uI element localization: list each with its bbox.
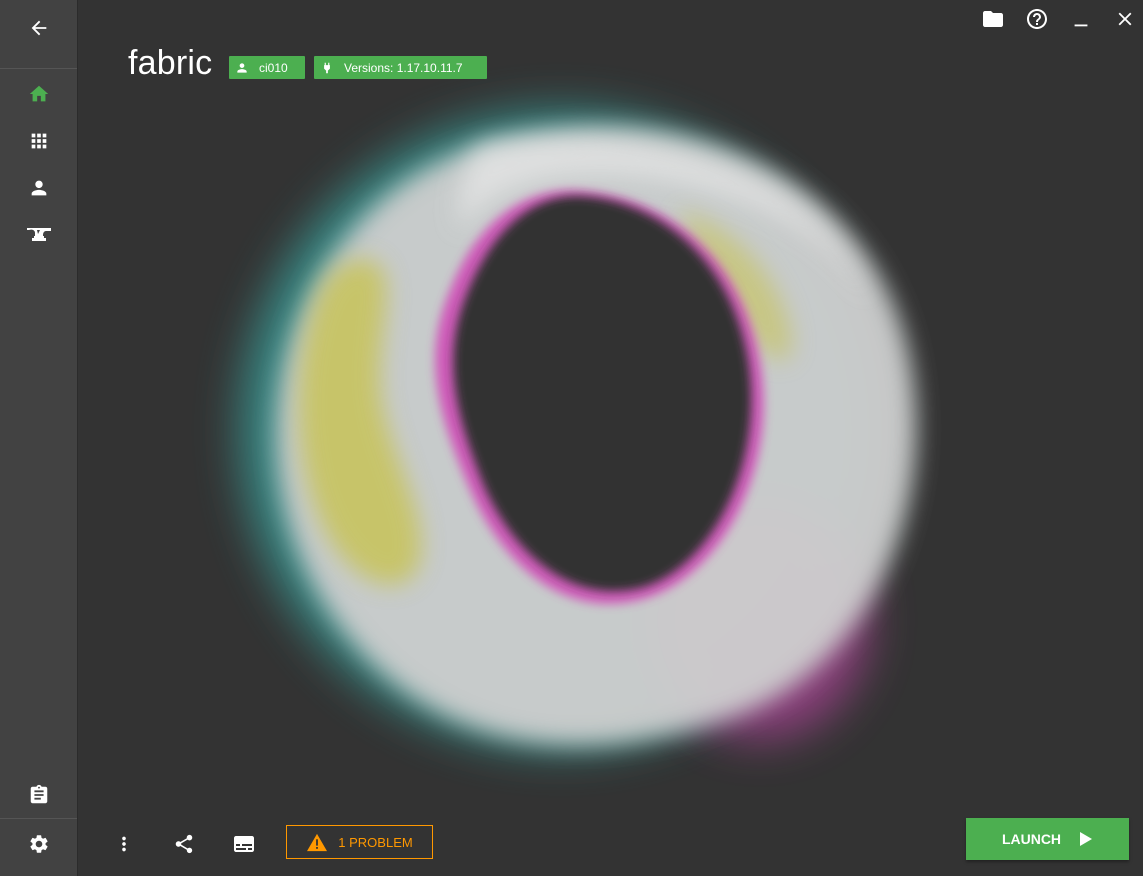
folder-icon: [983, 11, 1003, 27]
launch-button[interactable]: LAUNCH: [966, 818, 1129, 860]
close-icon: [1118, 12, 1132, 26]
problems-button[interactable]: 1 PROBLEM: [286, 825, 433, 859]
minimize-icon: [1074, 24, 1088, 27]
sidebar-item-modpacks[interactable]: [0, 118, 77, 164]
sidebar-item-settings[interactable]: [0, 821, 77, 867]
minimize-button[interactable]: [1068, 6, 1094, 32]
clipboard-icon: [30, 784, 47, 804]
back-icon: [31, 20, 46, 36]
page-title: fabric: [128, 44, 213, 82]
home-icon: [29, 85, 48, 102]
user-badge[interactable]: ci010: [229, 56, 305, 79]
sidebar-item-account[interactable]: [0, 165, 77, 211]
account-icon: [31, 180, 46, 196]
sidebar-item-home[interactable]: [0, 71, 77, 117]
sidebar-item-tasks[interactable]: [0, 772, 77, 818]
logs-button[interactable]: [230, 830, 258, 858]
launch-label: LAUNCH: [1001, 831, 1062, 847]
open-folder-button[interactable]: [980, 6, 1006, 32]
close-button[interactable]: [1112, 6, 1138, 32]
share-button[interactable]: [170, 830, 198, 858]
more-vert-icon: [122, 836, 126, 852]
main-area: fabric ci010 Versions: 1.17.10.11.7 1 PR…: [78, 0, 1143, 876]
problems-label: 1 PROBLEM: [338, 834, 413, 850]
version-badge[interactable]: Versions: 1.17.10.11.7: [314, 56, 487, 79]
user-badge-label: ci010: [259, 60, 288, 75]
more-options-button[interactable]: [110, 830, 138, 858]
subtitles-icon: [234, 836, 254, 852]
back-button[interactable]: [0, 5, 77, 51]
plug-icon: [324, 62, 330, 73]
background-art: [240, 110, 917, 750]
sidebar-item-anvil[interactable]: [0, 212, 77, 258]
share-icon: [175, 834, 193, 854]
grid-icon: [31, 133, 46, 149]
sidebar-divider-bottom: [0, 818, 77, 819]
help-icon: [1027, 9, 1047, 29]
account-icon: [237, 62, 247, 73]
sidebar-divider: [0, 68, 77, 69]
version-badge-label: Versions: 1.17.10.11.7: [344, 60, 463, 75]
play-icon: [1080, 832, 1093, 846]
settings-icon: [29, 835, 48, 853]
anvil-icon: [26, 228, 51, 241]
help-button[interactable]: [1024, 6, 1050, 32]
warning-icon: [307, 833, 328, 852]
sidebar: [0, 0, 78, 876]
